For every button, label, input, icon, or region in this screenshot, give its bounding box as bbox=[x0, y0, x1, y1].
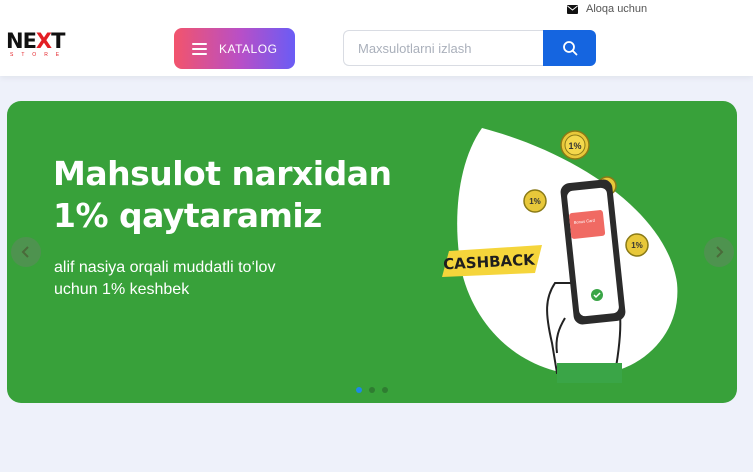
cashback-tag: CASHBACK bbox=[442, 245, 542, 277]
coin-icon: 1% bbox=[625, 233, 649, 257]
banner-subtitle: alif nasiya orqali muddatli to‘lov uchun… bbox=[54, 259, 276, 298]
svg-text:1%: 1% bbox=[631, 241, 643, 250]
contact-link[interactable]: Aloqa uchun bbox=[567, 2, 647, 16]
logo-text: NE X T bbox=[6, 29, 65, 53]
logo-subtitle: STORE bbox=[10, 52, 68, 58]
banner-title: Mahsulot narxidan 1% qaytaramiz bbox=[53, 154, 392, 235]
slider-pagination bbox=[356, 387, 388, 393]
contact-label: Aloqa uchun bbox=[586, 3, 648, 15]
cashback-illustration: 1% 1% 1% 1% Bonus Card CASHBACK bbox=[442, 128, 678, 383]
logo[interactable]: NE X T STORE bbox=[6, 31, 81, 61]
next-slide-button[interactable] bbox=[704, 237, 734, 267]
site-header: Aloqa uchun NE X T STORE KATALOG bbox=[0, 0, 753, 76]
chevron-left-icon bbox=[21, 246, 29, 258]
svg-text:1%: 1% bbox=[529, 197, 541, 206]
slide-dot[interactable] bbox=[369, 387, 375, 393]
chevron-right-icon bbox=[716, 246, 724, 258]
search-input[interactable] bbox=[343, 30, 543, 66]
catalog-button[interactable]: KATALOG bbox=[174, 28, 295, 69]
slide-dot[interactable] bbox=[382, 387, 388, 393]
coin-icon: 1% bbox=[523, 189, 547, 213]
envelope-icon bbox=[567, 4, 578, 14]
hamburger-menu-icon bbox=[192, 42, 207, 55]
search-bar bbox=[343, 30, 596, 66]
promo-banner[interactable]: Mahsulot narxidan 1% qaytaramiz alif nas… bbox=[7, 101, 737, 403]
prev-slide-button[interactable] bbox=[11, 237, 41, 267]
slide-dot[interactable] bbox=[356, 387, 362, 393]
coin-icon: 1% bbox=[560, 130, 590, 160]
search-button[interactable] bbox=[543, 30, 596, 66]
search-icon bbox=[562, 41, 577, 56]
catalog-label: KATALOG bbox=[219, 41, 278, 56]
svg-text:1%: 1% bbox=[568, 141, 581, 151]
